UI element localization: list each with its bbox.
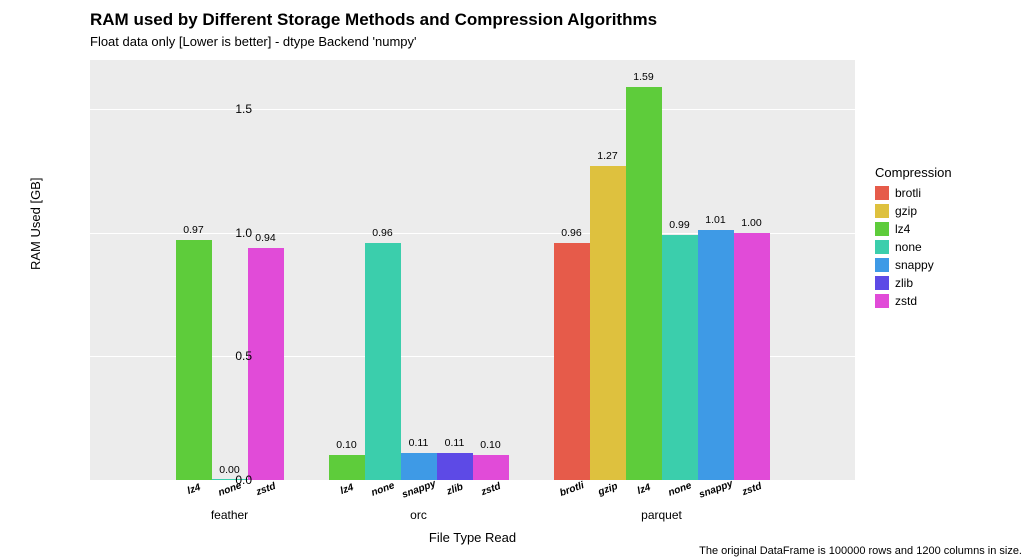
legend-label: snappy	[895, 258, 934, 272]
bar-value-label: 0.10	[325, 439, 369, 451]
group-label-parquet: parquet	[622, 508, 702, 522]
legend-swatch	[875, 258, 889, 272]
bar-category-label: zstd	[733, 478, 771, 501]
bar-category-label: none	[364, 478, 402, 501]
y-tick: 1.5	[212, 102, 252, 116]
bar-none	[365, 243, 401, 480]
legend-label: lz4	[895, 222, 910, 236]
bar-brotli	[554, 243, 590, 480]
legend-swatch	[875, 240, 889, 254]
bar-category-label: gzip	[589, 478, 627, 501]
legend-swatch	[875, 276, 889, 290]
legend-item-gzip: gzip	[875, 204, 952, 218]
legend-label: zstd	[895, 294, 917, 308]
bar-category-label: zstd	[247, 478, 285, 501]
legend-item-lz4: lz4	[875, 222, 952, 236]
group-label-orc: orc	[379, 508, 459, 522]
legend-title: Compression	[875, 165, 952, 180]
legend-item-zlib: zlib	[875, 276, 952, 290]
bar-category-label: snappy	[400, 478, 438, 501]
bar-gzip	[590, 166, 626, 480]
bar-category-label: lz4	[175, 478, 213, 501]
bar-zlib	[437, 453, 473, 480]
legend-swatch	[875, 222, 889, 236]
bar-value-label: 0.97	[172, 224, 216, 236]
chart-caption: The original DataFrame is 100000 rows an…	[90, 545, 1022, 557]
bar-value-label: 0.94	[244, 232, 288, 244]
legend: Compression brotli gzip lz4 none snappy zlib z…	[875, 165, 952, 312]
bar-zstd	[473, 455, 509, 480]
bar-category-label: zlib	[436, 478, 474, 501]
bar-lz4	[626, 87, 662, 480]
bar-category-label: zstd	[472, 478, 510, 501]
bar-value-label: 0.10	[469, 439, 513, 451]
legend-swatch	[875, 186, 889, 200]
bar-value-label: 0.96	[361, 227, 405, 239]
legend-item-brotli: brotli	[875, 186, 952, 200]
legend-swatch	[875, 294, 889, 308]
legend-label: brotli	[895, 186, 921, 200]
gridline	[90, 109, 855, 110]
legend-item-zstd: zstd	[875, 294, 952, 308]
chart-container: RAM used by Different Storage Methods an…	[0, 0, 1024, 558]
bar-category-label: none	[661, 478, 699, 501]
bar-category-label: snappy	[697, 478, 735, 501]
chart-title: RAM used by Different Storage Methods an…	[90, 10, 657, 30]
y-axis-label: RAM Used [GB]	[28, 178, 43, 270]
plot-area	[90, 60, 855, 480]
bar-value-label: 1.27	[586, 150, 630, 162]
bar-snappy	[698, 230, 734, 480]
legend-label: zlib	[895, 276, 913, 290]
legend-item-snappy: snappy	[875, 258, 952, 272]
bar-none	[662, 235, 698, 480]
bar-value-label: 0.00	[208, 464, 252, 476]
bar-value-label: 1.59	[622, 71, 666, 83]
bar-zstd	[248, 248, 284, 480]
bar-lz4	[329, 455, 365, 480]
legend-label: none	[895, 240, 922, 254]
bar-zstd	[734, 233, 770, 480]
bar-category-label: lz4	[328, 478, 366, 501]
legend-swatch	[875, 204, 889, 218]
y-tick: 0.5	[212, 349, 252, 363]
chart-subtitle: Float data only [Lower is better] - dtyp…	[90, 34, 417, 49]
group-label-feather: feather	[190, 508, 270, 522]
bar-snappy	[401, 453, 437, 480]
bar-lz4	[176, 240, 212, 480]
legend-label: gzip	[895, 204, 917, 218]
bar-category-label: brotli	[553, 478, 591, 501]
x-axis-label: File Type Read	[90, 530, 855, 545]
legend-item-none: none	[875, 240, 952, 254]
bar-value-label: 1.00	[730, 217, 774, 229]
bar-category-label: lz4	[625, 478, 663, 501]
bar-value-label: 0.96	[550, 227, 594, 239]
